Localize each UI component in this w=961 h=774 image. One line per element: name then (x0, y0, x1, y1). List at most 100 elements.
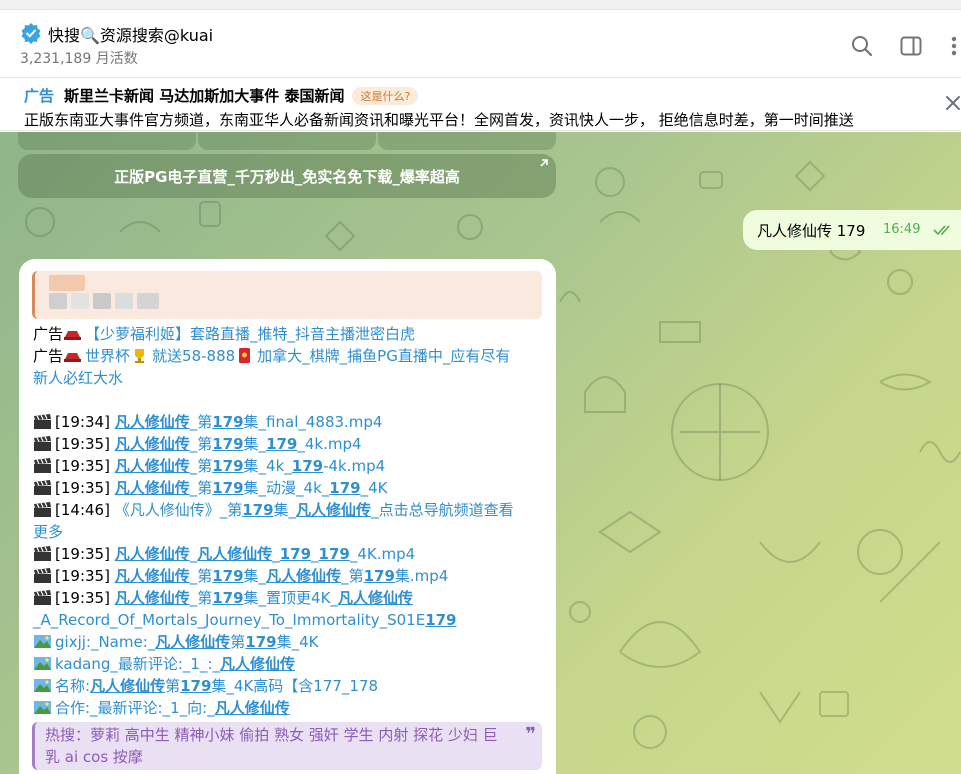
ad-what-is-this-button[interactable]: 这是什么? (352, 86, 419, 105)
outgoing-message[interactable]: 凡人修仙传 179 16:49 (743, 210, 961, 250)
result-link[interactable]: 更多 (33, 523, 63, 541)
result-link[interactable]: 《凡人修仙传》_第 (115, 501, 243, 519)
keyboard-button-partial[interactable] (378, 132, 556, 150)
result-link[interactable]: 179 (212, 567, 243, 585)
sidebar-toggle-icon[interactable] (899, 34, 923, 58)
result-link[interactable]: _A_Record_Of_Mortals_Journey_To_Immortal… (33, 611, 425, 629)
result-link[interactable]: _第 (190, 567, 213, 585)
hot-search-quote[interactable]: 热搜：萝莉 高中生 精神小妹 偷拍 熟女 强奸 学生 内射 探花 少妇 巨 乳 … (32, 722, 542, 770)
result-link[interactable]: 179 (280, 545, 311, 563)
result-link[interactable]: 集_ (244, 435, 267, 453)
ad-link[interactable]: 【少萝福利姬】套路直播_推特_抖音主播泄密白虎 (85, 325, 415, 343)
result-link[interactable]: 集_动漫_4k_ (244, 479, 330, 497)
keyboard-button-partial[interactable] (198, 132, 376, 150)
ad-link[interactable]: 加拿大_棋牌_捕鱼PG直播中_应有尽有 (257, 347, 510, 365)
result-link[interactable]: _4k.mp4 (297, 435, 361, 453)
result-link[interactable]: _第 (190, 589, 213, 607)
result-link[interactable]: 179 (329, 479, 360, 497)
result-line[interactable]: [19:35] 凡人修仙传_第179集_4k_179-4k.mp4 (33, 455, 545, 477)
result-link[interactable]: 凡人修仙传 (215, 699, 290, 717)
chat-area[interactable]: 正版PG电子直营_千万秒出_免实名免下载_爆率超高 凡人修仙传 179 16:4… (0, 132, 961, 774)
result-line[interactable]: gixjj:_Name:_凡人修仙传第179集_4K (33, 631, 545, 653)
result-link[interactable]: 集_final_4883.mp4 (244, 413, 383, 431)
result-line[interactable]: [19:35] 凡人修仙传_凡人修仙传_179_179_4K.mp4 (33, 543, 545, 565)
result-link[interactable]: 凡人修仙传 (155, 633, 230, 651)
result-link[interactable]: 凡人修仙传 (115, 589, 190, 607)
incoming-message[interactable]: 广告 【少萝福利姬】套路直播_推特_抖音主播泄密白虎 广告 世界杯 就送58-888 加… (19, 259, 556, 774)
result-link[interactable]: 凡人修仙传 (338, 589, 413, 607)
result-link[interactable]: 集_4k_ (244, 457, 292, 475)
result-link[interactable]: _ (272, 545, 280, 563)
result-link[interactable]: 凡人修仙传 (90, 677, 165, 695)
result-link[interactable]: 179 (212, 435, 243, 453)
ad-link[interactable]: 世界杯 (85, 347, 130, 365)
keyboard-button-partial[interactable] (18, 132, 196, 150)
result-link[interactable]: 179 (266, 435, 297, 453)
result-link[interactable]: 179 (180, 677, 211, 695)
result-link[interactable]: 第 (165, 677, 180, 695)
result-link[interactable]: _第 (341, 567, 364, 585)
result-line[interactable]: [19:34] 凡人修仙传_第179集_final_4883.mp4 (33, 411, 545, 433)
result-link[interactable]: 凡人修仙传 (115, 567, 190, 585)
result-line-wrap[interactable]: _A_Record_Of_Mortals_Journey_To_Immortal… (33, 609, 545, 631)
result-link[interactable]: 凡人修仙传 (115, 413, 190, 431)
result-link[interactable]: 179 (212, 457, 243, 475)
result-link[interactable]: gixjj:_Name:_ (55, 633, 155, 651)
ad-link[interactable]: 新人必红大水 (33, 369, 123, 387)
result-line[interactable]: [14:46] 《凡人修仙传》_第179集_凡人修仙传_点击总导航频道查看 (33, 499, 545, 521)
inline-keyboard-button[interactable]: 正版PG电子直营_千万秒出_免实名免下载_爆率超高 (18, 154, 556, 198)
result-link[interactable]: 179 (292, 457, 323, 475)
result-link[interactable]: -4k.mp4 (323, 457, 385, 475)
result-link[interactable]: 凡人修仙传 (197, 545, 272, 563)
result-link[interactable]: 179 (212, 479, 243, 497)
close-icon[interactable] (944, 94, 961, 112)
result-link[interactable]: 179 (425, 611, 456, 629)
result-line[interactable]: [19:35] 凡人修仙传_第179集_凡人修仙传_第179集.mp4 (33, 565, 545, 587)
result-link[interactable]: 179 (212, 589, 243, 607)
result-link[interactable]: 集_4K (277, 633, 319, 651)
result-link[interactable]: 集_ (274, 501, 297, 519)
result-link[interactable]: 合作:_最新评论:_1_向:_ (55, 699, 215, 717)
result-line[interactable]: kadang_最新评论:_1_:_凡人修仙传 (33, 653, 545, 675)
result-link[interactable]: 凡人修仙传 (115, 545, 190, 563)
result-link[interactable]: 凡人修仙传 (296, 501, 371, 519)
result-link[interactable]: 集.mp4 (395, 567, 448, 585)
result-line[interactable]: 名称:凡人修仙传第179集_4K高码【含177_178 (33, 675, 545, 697)
result-link[interactable]: 179 (245, 633, 276, 651)
result-link[interactable]: 集_置顶更4K_ (244, 589, 338, 607)
result-link[interactable]: 名称: (55, 677, 90, 695)
result-link[interactable]: 凡人修仙传 (115, 479, 190, 497)
result-link[interactable]: 凡人修仙传 (220, 655, 295, 673)
ad-link[interactable]: 就送58-888 (152, 347, 235, 365)
result-link[interactable]: kadang_最新评论:_1_:_ (55, 655, 220, 673)
result-link[interactable]: 179 (242, 501, 273, 519)
result-link[interactable]: 第 (230, 633, 245, 651)
result-link[interactable]: 179 (364, 567, 395, 585)
result-link[interactable]: 179 (212, 413, 243, 431)
result-link[interactable]: 179 (319, 545, 350, 563)
result-link[interactable]: _点击总导航频道查看 (371, 501, 514, 519)
more-vertical-icon[interactable] (944, 34, 960, 58)
result-line-wrap[interactable]: 更多 (33, 521, 545, 543)
reply-quote[interactable] (32, 271, 542, 319)
result-link[interactable]: 集_4K高码【含177_178 (211, 677, 378, 695)
result-link[interactable]: _第 (190, 413, 213, 431)
result-link[interactable]: _第 (190, 479, 213, 497)
result-link[interactable]: 凡人修仙传 (115, 457, 190, 475)
result-link[interactable]: _4K (361, 479, 388, 497)
result-link[interactable]: _4K.mp4 (350, 545, 415, 563)
chat-title[interactable]: 快搜🔍资源搜索@kuai (48, 22, 213, 46)
result-line[interactable]: [19:35] 凡人修仙传_第179集_179_4k.mp4 (33, 433, 545, 455)
result-link[interactable]: _ (311, 545, 319, 563)
result-link[interactable]: _第 (190, 457, 213, 475)
result-link[interactable]: 凡人修仙传 (115, 435, 190, 453)
search-icon[interactable] (850, 34, 874, 58)
sponsored-banner[interactable]: 广告 斯里兰卡新闻 马达加斯加大事件 泰国新闻 这是什么? 正版东南亚大事件官方… (0, 79, 961, 131)
result-link[interactable]: 集_ (244, 567, 267, 585)
result-link[interactable]: 凡人修仙传 (266, 567, 341, 585)
result-line[interactable]: [19:35] 凡人修仙传_第179集_动漫_4k_179_4K (33, 477, 545, 499)
result-line[interactable]: 合作:_最新评论:_1_向:_凡人修仙传 (33, 697, 545, 719)
ad-title[interactable]: 斯里兰卡新闻 马达加斯加大事件 泰国新闻 (64, 85, 344, 106)
result-link[interactable]: _第 (190, 435, 213, 453)
chat-header[interactable]: 快搜🔍资源搜索@kuai 3,231,189 月活数 (0, 10, 961, 78)
